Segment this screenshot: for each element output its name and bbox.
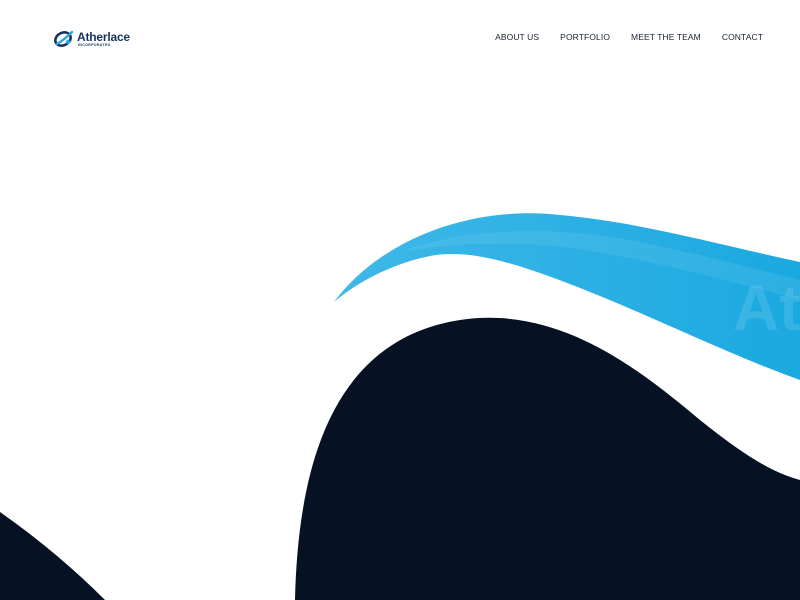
nav-link-contact[interactable]: CONTACT: [722, 32, 763, 42]
atherlace-logo-icon: [54, 30, 74, 47]
brand-logo-link[interactable]: Atherlace INCORPORATED: [53, 28, 130, 50]
site-header: Atherlace INCORPORATED ABOUT US PORTFOLI…: [0, 0, 800, 76]
landing-page: At Atherlace INCORPORATED ABOUT US PORTF…: [0, 0, 800, 600]
brand-name: Atherlace: [77, 29, 130, 44]
hero-wave-graphic: At: [0, 213, 800, 600]
nav-link-about-us[interactable]: ABOUT US: [495, 32, 539, 42]
main-navigation: ABOUT US PORTFOLIO MEET THE TEAM CONTACT: [495, 32, 763, 42]
brand-subtitle: INCORPORATED: [78, 42, 111, 47]
nav-link-portfolio[interactable]: PORTFOLIO: [560, 32, 610, 42]
nav-link-meet-the-team[interactable]: MEET THE TEAM: [631, 32, 701, 42]
wave-watermark-text: At: [733, 272, 800, 344]
navy-wave-right: [295, 317, 800, 600]
navy-wave-left: [0, 512, 105, 600]
